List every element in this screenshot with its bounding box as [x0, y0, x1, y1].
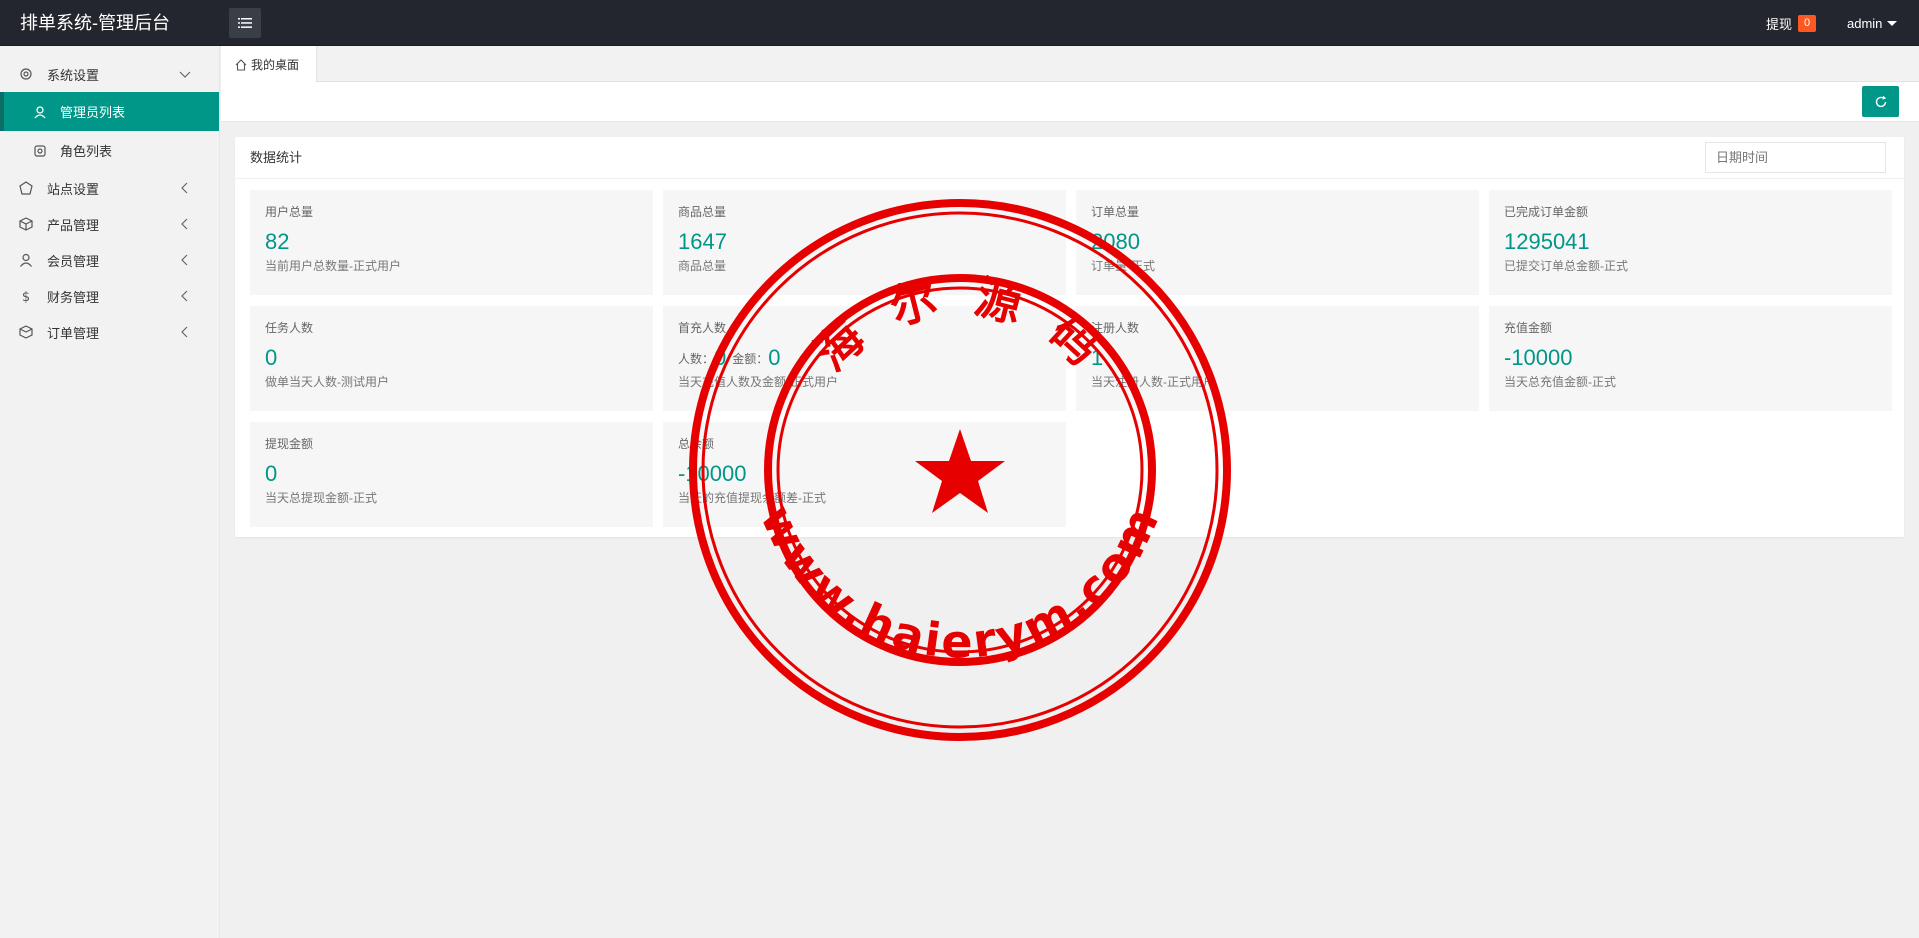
menu-toggle-button[interactable]	[229, 8, 261, 38]
stat-order-total: 订单总量 2080 订单量-正式	[1076, 190, 1479, 295]
stat-sub: 商品总量	[678, 259, 727, 273]
user-name: admin	[1847, 15, 1883, 31]
chevron-down-icon	[179, 71, 191, 78]
stat-value: 0	[265, 345, 278, 370]
withdraw-count-badge: 0	[1798, 14, 1817, 32]
stat-withdraw-amount: 提现金额 0 当天总提现金额-正式	[250, 422, 653, 527]
stat-sub: 订单量-正式	[1091, 259, 1155, 273]
chevron-left-icon	[181, 326, 188, 338]
tab-bar: 我的桌面	[221, 46, 1919, 83]
stat-sub: 当天总充值金额-正式	[1504, 375, 1616, 389]
sidebar-item-site-settings[interactable]: 站点设置	[0, 170, 219, 206]
caret-down-icon	[1887, 20, 1898, 26]
stat-total-balance: 总余额 -10000 当天的充值提现余额差-正式	[663, 422, 1066, 527]
people-label: 人数：	[678, 351, 715, 366]
stat-label: 任务人数	[265, 321, 314, 335]
stat-label: 用户总量	[265, 205, 314, 219]
refresh-button[interactable]	[1862, 86, 1899, 117]
toolbar	[221, 82, 1919, 122]
site-icon	[19, 181, 33, 195]
user-icon	[20, 253, 32, 267]
role-icon	[34, 145, 46, 157]
stat-value: 2080	[1091, 229, 1140, 254]
sidebar: 系统设置 管理员列表 角色列表 站点设置 产品管理 会员管理 $ 财务管理 订单…	[0, 46, 220, 938]
stat-sub: 当天总提现金额-正式	[265, 491, 377, 505]
amount-label: 金额：	[732, 351, 769, 366]
stat-sub: 当前用户总数量-正式用户	[265, 259, 401, 273]
card-title: 数据统计	[250, 150, 303, 165]
sidebar-item-label: 角色列表	[60, 144, 113, 159]
chevron-left-icon	[181, 218, 188, 230]
sidebar-item-label: 财务管理	[47, 289, 100, 305]
stat-label: 商品总量	[678, 205, 727, 219]
stat-product-total: 商品总量 1647 商品总量	[663, 190, 1066, 295]
chevron-left-icon	[181, 182, 188, 194]
stat-label: 注册人数	[1091, 321, 1140, 335]
sidebar-item-system-settings[interactable]: 系统设置	[0, 56, 219, 92]
stat-label: 已完成订单金额	[1504, 205, 1589, 219]
sidebar-item-role-list[interactable]: 角色列表	[0, 131, 219, 170]
stat-recharge-amount: 充值金额 -10000 当天总充值金额-正式	[1489, 306, 1892, 411]
stat-value: 0	[265, 461, 278, 486]
stat-sub: 当天的充值提现余额差-正式	[678, 491, 826, 505]
stat-value: 1295041	[1504, 229, 1590, 254]
admin-user-icon	[34, 106, 46, 119]
date-time-input[interactable]	[1705, 142, 1886, 173]
stat-registered-people: 注册人数 1 当天注册人数-正式用户	[1076, 306, 1479, 411]
app-title: 排单系统-管理后台	[20, 13, 170, 33]
stat-inline-values: 人数： 0 金额： 0	[678, 343, 1051, 373]
withdraw-link[interactable]: 提现 0	[1766, 0, 1817, 46]
tab-label: 我的桌面	[251, 58, 300, 72]
user-menu[interactable]: admin	[1847, 0, 1898, 46]
dollar-icon: $	[22, 290, 30, 303]
stat-value: -10000	[1504, 345, 1573, 370]
stat-label: 提现金额	[265, 437, 314, 451]
stat-value: 82	[265, 229, 290, 254]
sidebar-item-label: 管理员列表	[60, 105, 126, 120]
stat-task-people: 任务人数 0 做单当天人数-测试用户	[250, 306, 653, 411]
sidebar-item-member-management[interactable]: 会员管理	[0, 242, 219, 278]
stat-value: -10000	[678, 461, 747, 486]
order-icon	[19, 325, 33, 339]
amount-value: 0	[768, 345, 781, 370]
stat-sub: 当天充值人数及金额-正式用户	[678, 375, 838, 389]
sidebar-item-admin-list[interactable]: 管理员列表	[0, 92, 219, 131]
stat-user-total: 用户总量 82 当前用户总数量-正式用户	[250, 190, 653, 295]
sidebar-item-label: 站点设置	[47, 181, 100, 197]
stat-sub: 做单当天人数-测试用户	[265, 375, 389, 389]
stat-label: 充值金额	[1504, 321, 1553, 335]
stat-first-recharge: 首充人数 人数： 0 金额： 0 当天充值人数及金额-正式用户	[663, 306, 1066, 411]
home-icon	[235, 58, 247, 71]
top-header: 排单系统-管理后台 提现 0 admin	[0, 0, 1919, 46]
chevron-left-icon	[181, 254, 188, 266]
refresh-icon	[1875, 95, 1886, 107]
stat-value: 1	[1091, 345, 1104, 370]
sidebar-item-finance-management[interactable]: $ 财务管理	[0, 278, 219, 314]
gear-icon	[20, 68, 32, 80]
sidebar-item-label: 系统设置	[47, 67, 100, 83]
stat-label: 首充人数	[678, 321, 727, 335]
stat-label: 总余额	[678, 437, 715, 451]
stat-completed-order-amount: 已完成订单金额 1295041 已提交订单总金额-正式	[1489, 190, 1892, 295]
svg-text:$: $	[22, 290, 30, 303]
tab-my-desktop[interactable]: 我的桌面	[221, 46, 317, 83]
withdraw-label: 提现	[1766, 16, 1793, 32]
people-value: 0	[714, 345, 727, 370]
sidebar-item-label: 会员管理	[47, 253, 100, 269]
chevron-left-icon	[181, 290, 188, 302]
stat-label: 订单总量	[1091, 205, 1140, 219]
stat-value: 1647	[678, 229, 727, 254]
sidebar-item-product-management[interactable]: 产品管理	[0, 206, 219, 242]
stat-sub: 已提交订单总金额-正式	[1504, 259, 1628, 273]
box-icon	[19, 217, 33, 231]
card-header: 数据统计	[235, 137, 1904, 179]
stat-sub: 当天注册人数-正式用户	[1091, 375, 1215, 389]
menu-icon	[238, 18, 252, 28]
sidebar-item-label: 产品管理	[47, 217, 100, 233]
sidebar-item-order-management[interactable]: 订单管理	[0, 314, 219, 350]
sidebar-item-label: 订单管理	[47, 325, 100, 341]
data-stats-card: 数据统计 用户总量 82 当前用户总数量-正式用户 商品总量 1647 商品总量…	[235, 137, 1904, 537]
